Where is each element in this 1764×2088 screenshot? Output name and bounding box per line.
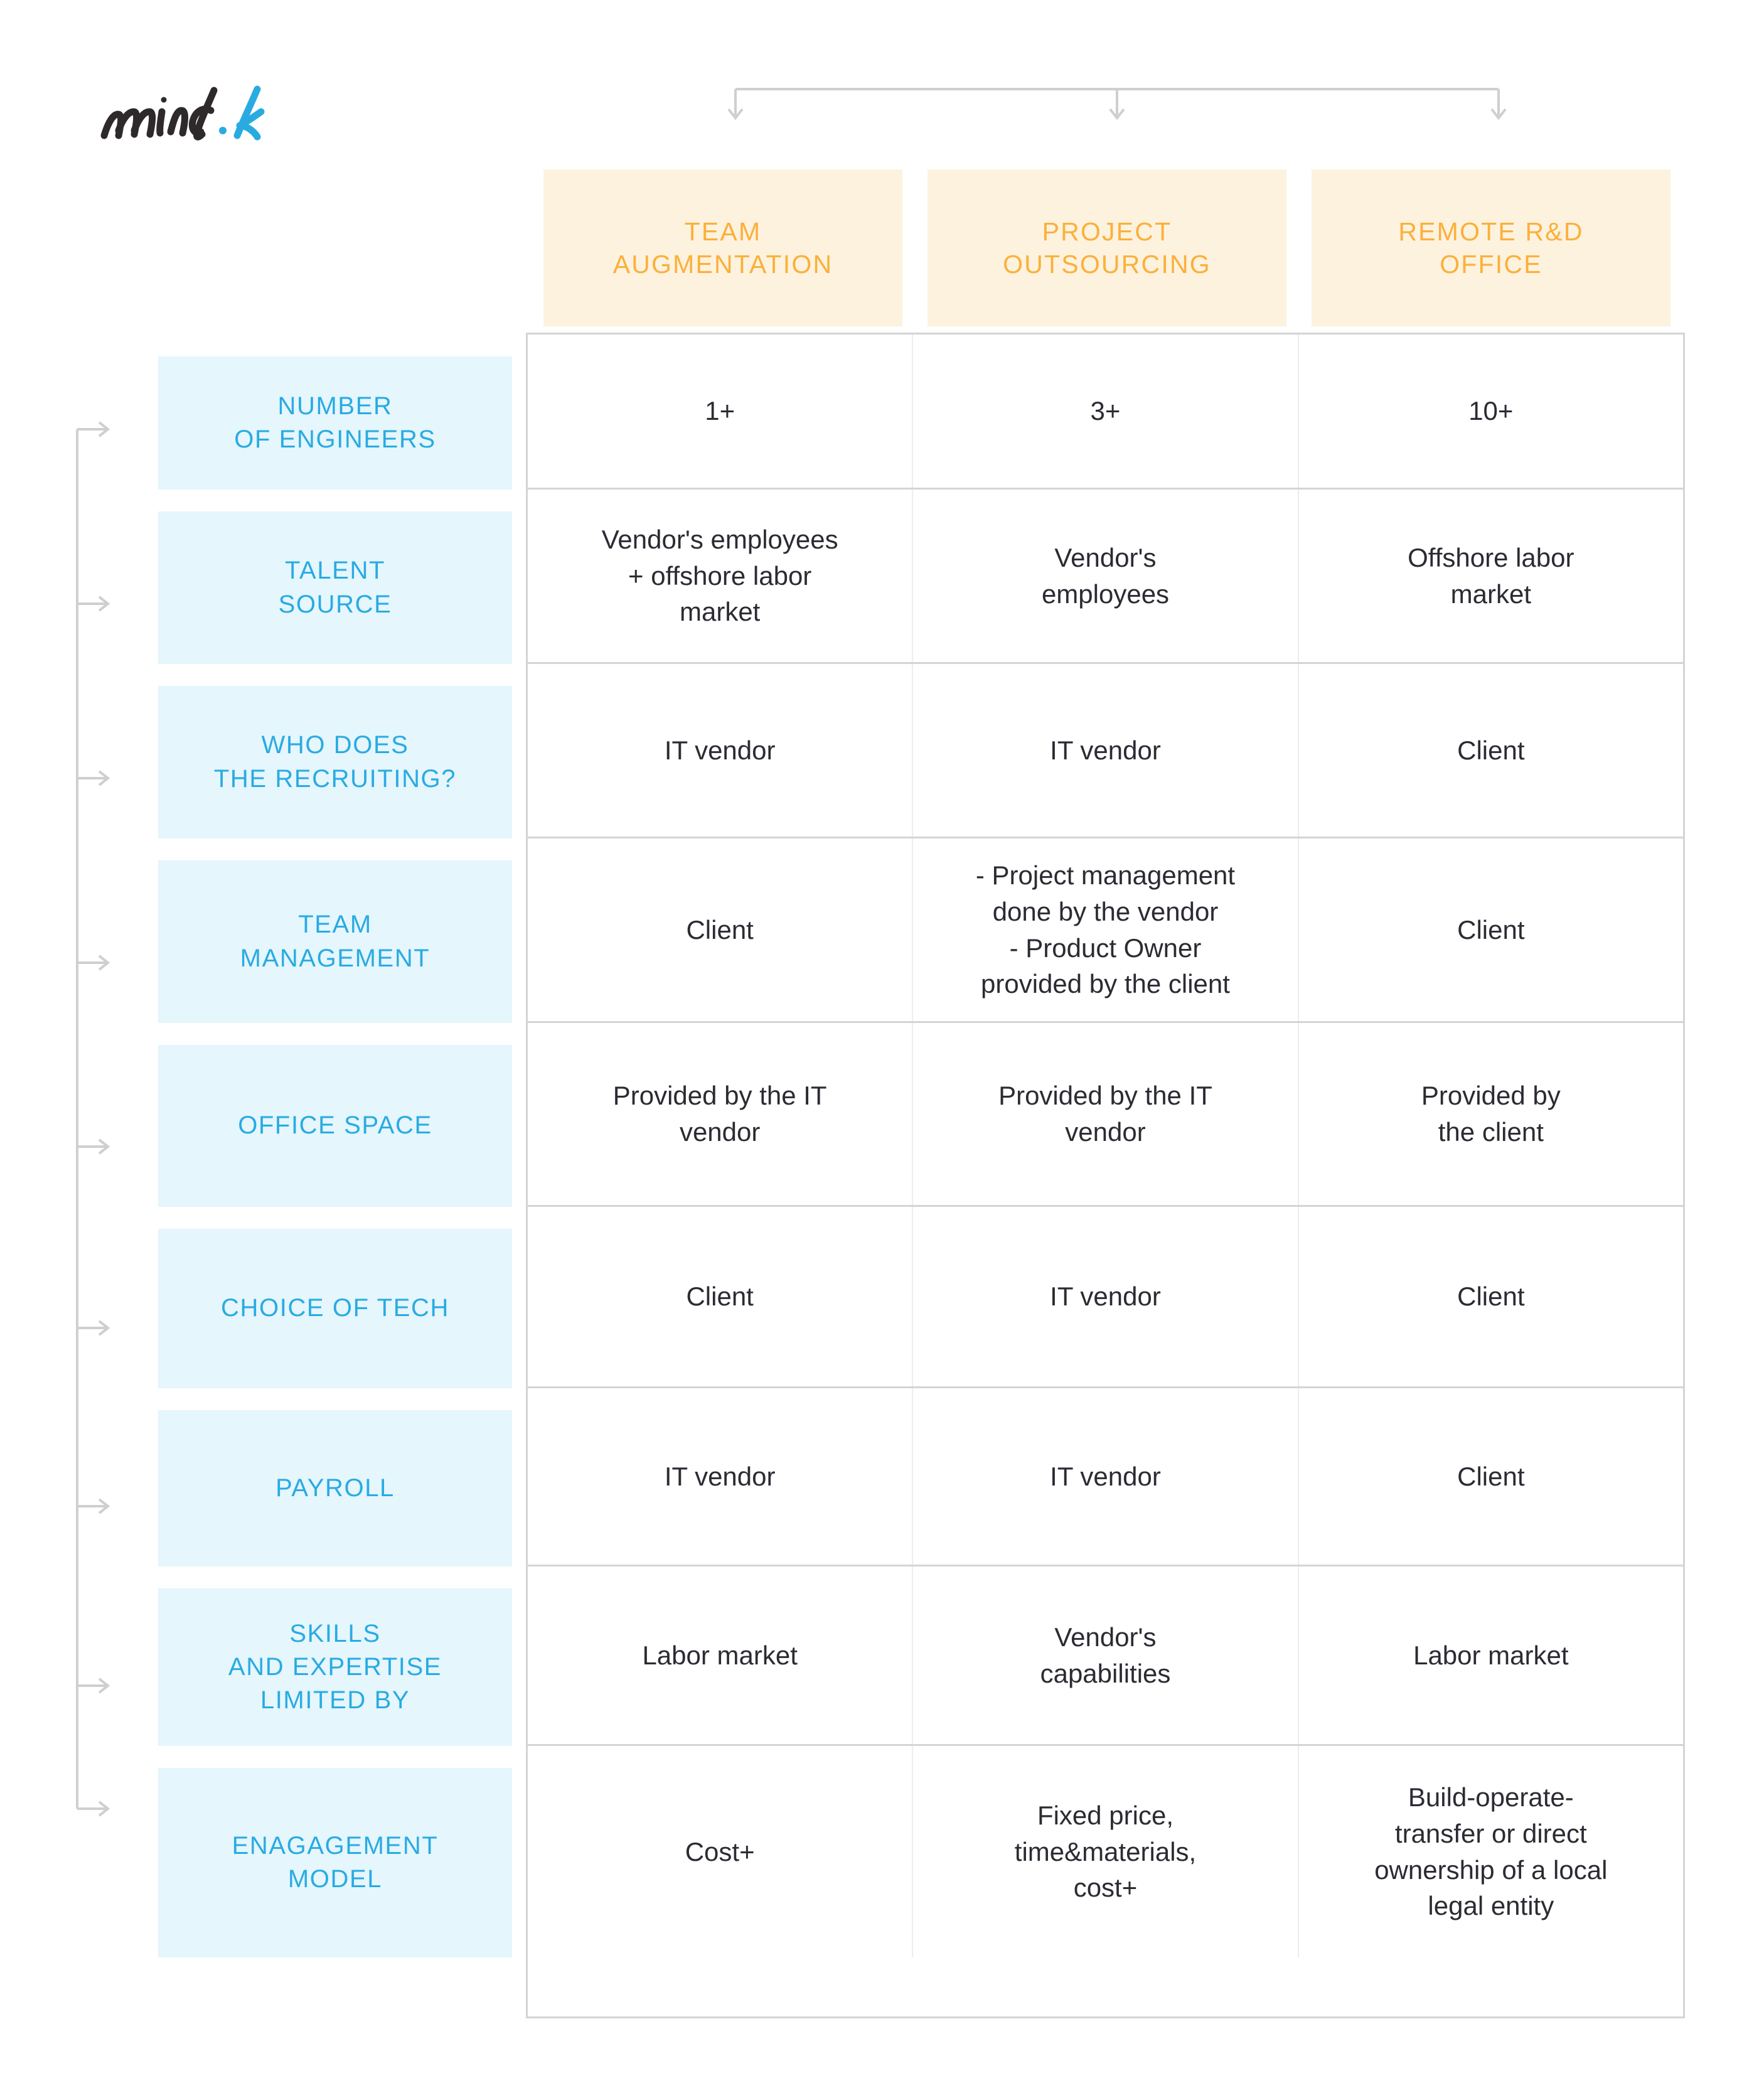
- row-label-1[interactable]: TALENT SOURCE: [158, 511, 512, 664]
- table-cell-r4-c2[interactable]: Provided by the client: [1299, 1023, 1683, 1205]
- table-cell-r0-c2[interactable]: 10+: [1299, 335, 1683, 488]
- table-cell-text: Provided by the client: [1421, 1081, 1561, 1147]
- table-cell-text: Client: [1457, 1282, 1525, 1312]
- table-cell-r6-c0[interactable]: IT vendor: [528, 1388, 914, 1565]
- table-cell-r4-c1[interactable]: Provided by the IT vendor: [913, 1023, 1299, 1205]
- row-label-text: CHOICE OF TECH: [221, 1294, 449, 1322]
- row-label-text: ENAGAGEMENT MODEL: [232, 1831, 439, 1893]
- column-header-remote-rnd-office[interactable]: REMOTE R&D OFFICE: [1312, 169, 1670, 326]
- row-label-4[interactable]: OFFICE SPACE: [158, 1045, 512, 1207]
- table-cell-r5-c1[interactable]: IT vendor: [913, 1207, 1299, 1386]
- row-label-text: PAYROLL: [275, 1474, 395, 1502]
- row-label-8[interactable]: ENAGAGEMENT MODEL: [158, 1768, 512, 1957]
- table-row: Client IT vendor Client: [528, 1207, 1683, 1388]
- table-cell-r3-c1[interactable]: - Project management done by the vendor …: [913, 838, 1299, 1021]
- table-cell-r1-c1[interactable]: Vendor's employees: [913, 490, 1299, 662]
- row-label-text: TEAM MANAGEMENT: [240, 911, 430, 972]
- row-labels: NUMBER OF ENGINEERS TALENT SOURCE WHO DOES…: [158, 356, 512, 2020]
- table-cell-text: IT vendor: [1050, 735, 1161, 765]
- table-cell-text: Labor market: [1413, 1640, 1569, 1670]
- row-label-text: NUMBER OF ENGINEERS: [234, 392, 436, 453]
- table-cell-r0-c1[interactable]: 3+: [913, 335, 1299, 488]
- table-cell-r7-c1[interactable]: Vendor's capabilities: [913, 1566, 1299, 1744]
- row-label-0[interactable]: NUMBER OF ENGINEERS: [158, 356, 512, 490]
- column-header-team-augmentation[interactable]: TEAM AUGMENTATION: [543, 169, 902, 326]
- table-cell-text: 10+: [1468, 396, 1514, 426]
- table-cell-text: Build-operate- transfer or direct owners…: [1374, 1782, 1608, 1921]
- column-header-label: REMOTE R&D OFFICE: [1398, 217, 1584, 279]
- table-cell-text: IT vendor: [1050, 1461, 1161, 1491]
- table-row: Labor market Vendor's capabilities Labor m…: [528, 1566, 1683, 1746]
- row-label-7[interactable]: SKILLS AND EXPERTISE LIMITED BY: [158, 1588, 512, 1746]
- table-row: Vendor's employees + offshore labor mark…: [528, 490, 1683, 664]
- table-cell-text: Client: [1457, 914, 1525, 945]
- table-cell-r8-c2[interactable]: Build-operate- transfer or direct owners…: [1299, 1746, 1683, 1957]
- infographic-canvas: TEAM AUGMENTATION PROJECT OUTSOURCING RE…: [0, 0, 1764, 2088]
- row-label-6[interactable]: PAYROLL: [158, 1410, 512, 1566]
- row-label-text: TALENT SOURCE: [278, 557, 392, 618]
- table-cell-text: IT vendor: [1050, 1282, 1161, 1312]
- table-cell-r6-c1[interactable]: IT vendor: [913, 1388, 1299, 1565]
- table-row: Cost+ Fixed price, time&materials, cost+ B…: [528, 1746, 1683, 1957]
- table-cell-r1-c0[interactable]: Vendor's employees + offshore labor mark…: [528, 490, 914, 662]
- table-row: Client - Project management done by the v…: [528, 838, 1683, 1023]
- table-cell-text: Provided by the IT vendor: [998, 1081, 1212, 1147]
- table-cell-text: IT vendor: [664, 1461, 776, 1491]
- table-cell-text: Provided by the IT vendor: [612, 1081, 827, 1147]
- table-cell-text: Vendor's employees + offshore labor mark…: [601, 525, 838, 627]
- table-cell-text: 3+: [1090, 396, 1121, 426]
- table-cell-r2-c1[interactable]: IT vendor: [913, 664, 1299, 837]
- table-row: Provided by the IT vendor Provided by the…: [528, 1023, 1683, 1207]
- table-cell-text: Offshore labor market: [1408, 542, 1574, 609]
- row-label-3[interactable]: TEAM MANAGEMENT: [158, 860, 512, 1023]
- column-headers: TEAM AUGMENTATION PROJECT OUTSOURCING RE…: [543, 169, 1670, 326]
- table-cell-r5-c2[interactable]: Client: [1299, 1207, 1683, 1386]
- row-label-text: WHO DOES THE RECRUITING?: [213, 731, 457, 793]
- table-cell-text: IT vendor: [664, 735, 776, 765]
- table-cell-text: Vendor's employees: [1041, 542, 1170, 609]
- table-cell-r4-c0[interactable]: Provided by the IT vendor: [528, 1023, 914, 1205]
- table-row: IT vendor IT vendor Client: [528, 1388, 1683, 1566]
- mindk-logo: [99, 82, 287, 151]
- table-cell-text: Client: [1457, 735, 1525, 765]
- left-arrow-group: [77, 421, 110, 1817]
- table-cell-r7-c2[interactable]: Labor market: [1299, 1566, 1683, 1744]
- column-header-label: PROJECT OUTSOURCING: [1003, 217, 1211, 279]
- left-connector: [63, 351, 132, 1920]
- column-header-project-outsourcing[interactable]: PROJECT OUTSOURCING: [927, 169, 1286, 326]
- table-cell-text: Client: [686, 1282, 754, 1312]
- table-cell-r3-c0[interactable]: Client: [528, 838, 914, 1021]
- row-label-text: OFFICE SPACE: [238, 1111, 432, 1140]
- table-cell-text: Client: [686, 914, 754, 945]
- table-cell-r8-c0[interactable]: Cost+: [528, 1746, 914, 1957]
- table-cell-text: Cost+: [685, 1836, 755, 1866]
- table-cell-text: - Project management done by the vendor …: [975, 860, 1236, 999]
- table-cell-r2-c0[interactable]: IT vendor: [528, 664, 914, 837]
- table-cell-r0-c0[interactable]: 1+: [528, 335, 914, 488]
- table-cell-r1-c2[interactable]: Offshore labor market: [1299, 490, 1683, 662]
- top-connector: [709, 80, 1525, 131]
- row-label-2[interactable]: WHO DOES THE RECRUITING?: [158, 686, 512, 838]
- table-cell-r5-c0[interactable]: Client: [528, 1207, 914, 1386]
- table-row: IT vendor IT vendor Client: [528, 664, 1683, 838]
- mindk-logo-mark: [100, 85, 265, 141]
- table-cell-r2-c2[interactable]: Client: [1299, 664, 1683, 837]
- table-cell-r7-c0[interactable]: Labor market: [528, 1566, 914, 1744]
- row-label-text: SKILLS AND EXPERTISE LIMITED BY: [228, 1619, 442, 1715]
- column-header-label: TEAM AUGMENTATION: [612, 217, 833, 279]
- comparison-table: 1+ 3+ 10+ Vendor's employees + offshore lab…: [526, 333, 1685, 2018]
- table-row: 1+ 3+ 10+: [528, 335, 1683, 490]
- table-cell-text: Fixed price, time&materials, cost+: [1014, 1801, 1197, 1903]
- table-cell-text: Vendor's capabilities: [1040, 1622, 1171, 1688]
- table-cell-text: 1+: [705, 396, 735, 426]
- table-cell-r8-c1[interactable]: Fixed price, time&materials, cost+: [913, 1746, 1299, 1957]
- table-cell-r3-c2[interactable]: Client: [1299, 838, 1683, 1021]
- row-label-5[interactable]: CHOICE OF TECH: [158, 1229, 512, 1388]
- table-cell-text: Client: [1457, 1461, 1525, 1491]
- table-cell-r6-c2[interactable]: Client: [1299, 1388, 1683, 1565]
- table-cell-text: Labor market: [642, 1640, 798, 1670]
